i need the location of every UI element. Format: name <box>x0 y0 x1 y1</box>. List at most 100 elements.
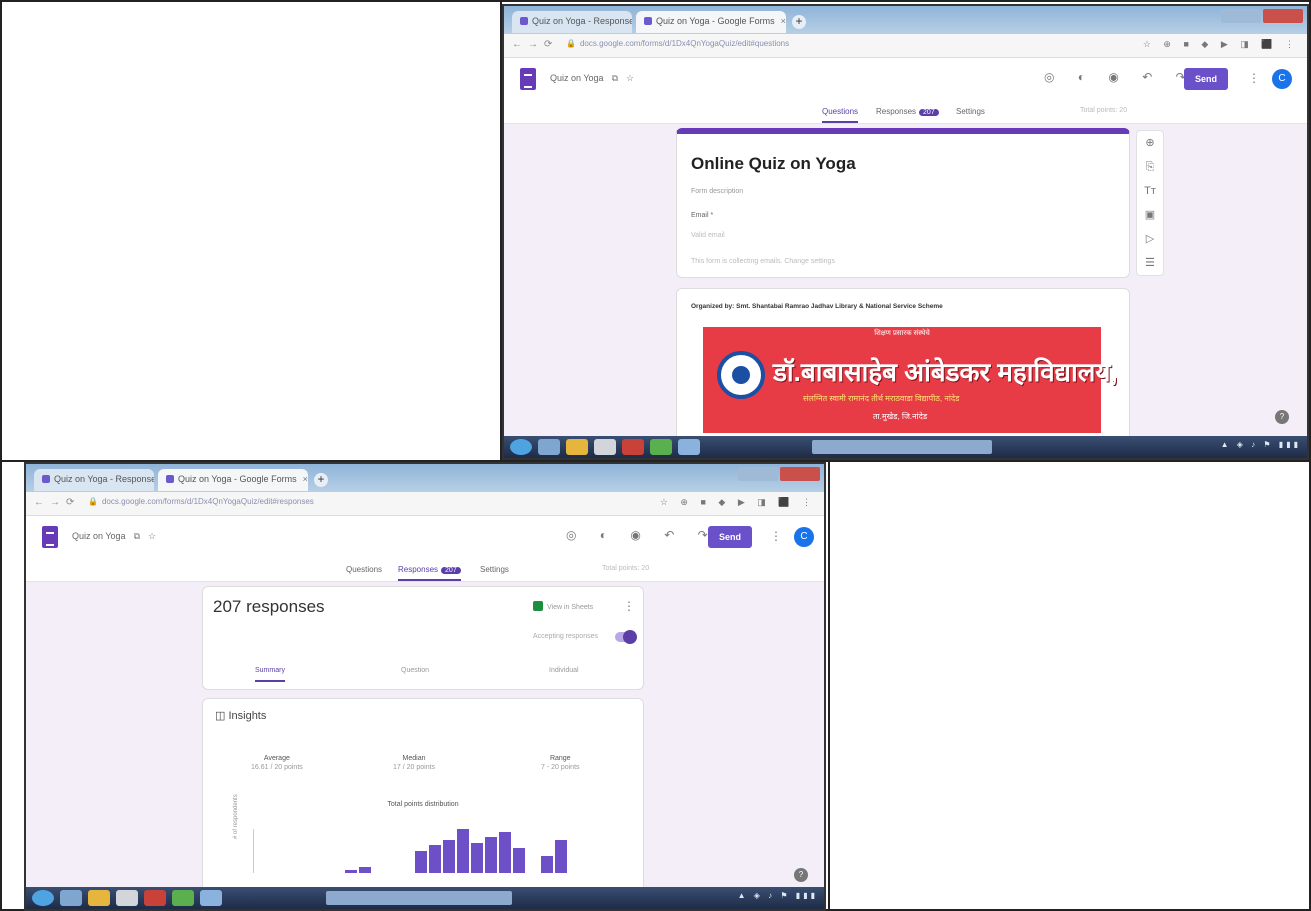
start-button-icon[interactable] <box>32 890 54 906</box>
accepting-responses-toggle[interactable] <box>615 630 637 644</box>
url-field[interactable]: 🔒 docs.google.com/forms/d/1Dx4QnYogaQuiz/… <box>566 39 926 53</box>
window-controls[interactable] <box>1221 9 1303 23</box>
move-folder-icon[interactable]: ⧉ <box>612 73 618 83</box>
send-button[interactable]: Send <box>1184 68 1228 90</box>
chrome-icon[interactable] <box>144 890 166 906</box>
form-description[interactable]: Form description <box>691 188 743 195</box>
forms-header: Quiz on Yoga ⧉ ☆ ◎ ◐ ◉ ↶ ↷ Send ⋮ C <box>504 58 1307 102</box>
avatar[interactable]: C <box>1272 69 1292 89</box>
star-icon[interactable]: ☆ <box>626 73 634 83</box>
histogram-bar <box>499 832 511 873</box>
forms-favicon-icon <box>42 475 50 483</box>
taskbar-app-icon[interactable] <box>200 890 222 906</box>
start-button-icon[interactable] <box>510 439 532 455</box>
responses-card: 207 responses View in Sheets ⋮ Accepting… <box>202 586 644 690</box>
move-folder-icon[interactable]: ⧉ <box>134 531 140 541</box>
google-forms-logo-icon[interactable] <box>520 68 536 90</box>
add-title-icon[interactable]: Tт <box>1137 179 1163 203</box>
tab-questions[interactable]: Questions <box>822 107 859 123</box>
tab-settings[interactable]: Settings <box>956 107 985 121</box>
form-title-card[interactable]: Online Quiz on Yoga Form description Ema… <box>676 128 1130 278</box>
extension-icons[interactable]: ☆ ⊕ ■ ◆ ▶ ◨ ⬛ ⋮ <box>1143 39 1299 50</box>
tab-individual[interactable]: Individual <box>549 667 579 674</box>
browser-tab-form[interactable]: Quiz on Yoga - Google Forms × <box>636 11 786 33</box>
new-tab-icon[interactable]: + <box>792 15 806 29</box>
tab-question[interactable]: Question <box>401 667 429 674</box>
add-image-icon[interactable]: ▣ <box>1137 203 1163 227</box>
nav-buttons[interactable]: ←→⟳ <box>34 497 80 508</box>
help-icon[interactable]: ? <box>1275 410 1289 424</box>
total-points: Total points: 20 <box>1080 107 1128 114</box>
histogram-bar <box>359 867 371 873</box>
responses-count-badge: 207 <box>441 567 461 574</box>
tab-settings[interactable]: Settings <box>480 565 509 579</box>
taskbar-app-icon[interactable] <box>172 890 194 906</box>
close-tab-icon[interactable]: × <box>303 474 308 484</box>
system-tray[interactable]: ▲ ◈ ♪ ⚑ ▮▮▮ <box>1221 440 1301 449</box>
lock-icon: 🔒 <box>88 497 98 506</box>
url-field[interactable]: 🔒 docs.google.com/forms/d/1Dx4QnYogaQuiz/… <box>88 497 448 511</box>
taskbar-app-icon[interactable] <box>650 439 672 455</box>
close-tab-icon[interactable]: × <box>781 16 786 26</box>
file-explorer-icon[interactable] <box>566 439 588 455</box>
tab-responses[interactable]: Responses 207 <box>876 107 939 121</box>
taskbar-search[interactable] <box>326 891 512 905</box>
taskbar-app-icon[interactable] <box>678 439 700 455</box>
add-video-icon[interactable]: ▷ <box>1137 227 1163 251</box>
import-questions-icon[interactable]: ⎘ <box>1137 155 1163 179</box>
taskbar-app-icon[interactable] <box>538 439 560 455</box>
browser-tab-form[interactable]: Quiz on Yoga - Google Forms × <box>158 469 308 491</box>
browser-tab-responses[interactable]: Quiz on Yoga - Responses <box>512 11 632 33</box>
address-bar: ←→⟳ 🔒 docs.google.com/forms/d/1Dx4QnYogaQ… <box>504 34 1307 58</box>
stat-average: Average 16.61 / 20 points <box>251 755 303 771</box>
organized-by-text: Organized by: Smt. Shantabai Ramrao Jadh… <box>691 303 943 310</box>
histogram-bar <box>443 840 455 873</box>
toolbar-icons[interactable]: ◎ ◐ ◉ ↶ ↷ <box>566 528 718 542</box>
screenshot-responses: Quiz on Yoga - Responses Quiz on Yoga - … <box>24 462 826 911</box>
histogram-bar <box>457 829 469 873</box>
college-emblem-icon <box>717 351 765 399</box>
chrome-icon[interactable] <box>622 439 644 455</box>
file-explorer-icon[interactable] <box>88 890 110 906</box>
toolbar-icons[interactable]: ◎ ◐ ◉ ↶ ↷ <box>1044 70 1196 84</box>
extension-icons[interactable]: ☆ ⊕ ■ ◆ ▶ ◨ ⬛ ⋮ <box>660 497 816 508</box>
accepting-responses-label: Accepting responses <box>533 633 598 640</box>
more-options-icon[interactable]: ⋮ <box>770 529 782 543</box>
page: Quiz on Yoga - Responses Quiz on Yoga - … <box>0 0 1311 911</box>
star-icon[interactable]: ☆ <box>148 531 156 541</box>
taskbar-app-icon[interactable] <box>116 890 138 906</box>
form-name[interactable]: Quiz on Yoga ⧉ ☆ <box>72 531 156 542</box>
histogram-bar <box>429 845 441 873</box>
windows-taskbar: ▲ ◈ ♪ ⚑ ▮▮▮ <box>26 887 824 909</box>
stat-median: Median 17 / 20 points <box>393 755 436 771</box>
add-section-icon[interactable]: ☰ <box>1137 251 1163 275</box>
nav-buttons[interactable]: ←→⟳ <box>512 39 558 50</box>
taskbar-app-icon[interactable] <box>594 439 616 455</box>
form-name[interactable]: Quiz on Yoga ⧉ ☆ <box>550 73 634 84</box>
chart-y-axis <box>253 829 254 873</box>
view-in-sheets-link[interactable]: View in Sheets <box>533 601 593 611</box>
browser-tab-responses[interactable]: Quiz on Yoga - Responses <box>34 469 154 491</box>
tab-responses[interactable]: Responses 207 <box>398 565 461 581</box>
system-tray[interactable]: ▲ ◈ ♪ ⚑ ▮▮▮ <box>738 891 818 900</box>
forms-favicon-icon <box>644 17 652 25</box>
more-options-icon[interactable]: ⋮ <box>1248 71 1260 85</box>
tab-questions[interactable]: Questions <box>346 565 382 579</box>
google-forms-logo-icon[interactable] <box>42 526 58 548</box>
new-tab-icon[interactable]: + <box>314 473 328 487</box>
taskbar-app-icon[interactable] <box>60 890 82 906</box>
info-card[interactable]: Organized by: Smt. Shantabai Ramrao Jadh… <box>676 288 1130 458</box>
histogram-bar <box>415 851 427 873</box>
window-controls[interactable] <box>738 467 820 481</box>
avatar[interactable]: C <box>794 527 814 547</box>
responses-more-icon[interactable]: ⋮ <box>623 599 635 613</box>
form-tabs: Questions Responses 207 Settings Total po… <box>504 102 1307 124</box>
taskbar-search[interactable] <box>812 440 992 454</box>
send-button[interactable]: Send <box>708 526 752 548</box>
add-question-icon[interactable]: ⊕ <box>1137 131 1163 155</box>
sheets-icon <box>533 601 543 611</box>
form-title[interactable]: Online Quiz on Yoga <box>691 154 856 174</box>
email-collection-note[interactable]: This form is collecting emails. Change s… <box>691 258 835 265</box>
help-icon[interactable]: ? <box>794 868 808 882</box>
tab-summary[interactable]: Summary <box>255 667 285 682</box>
